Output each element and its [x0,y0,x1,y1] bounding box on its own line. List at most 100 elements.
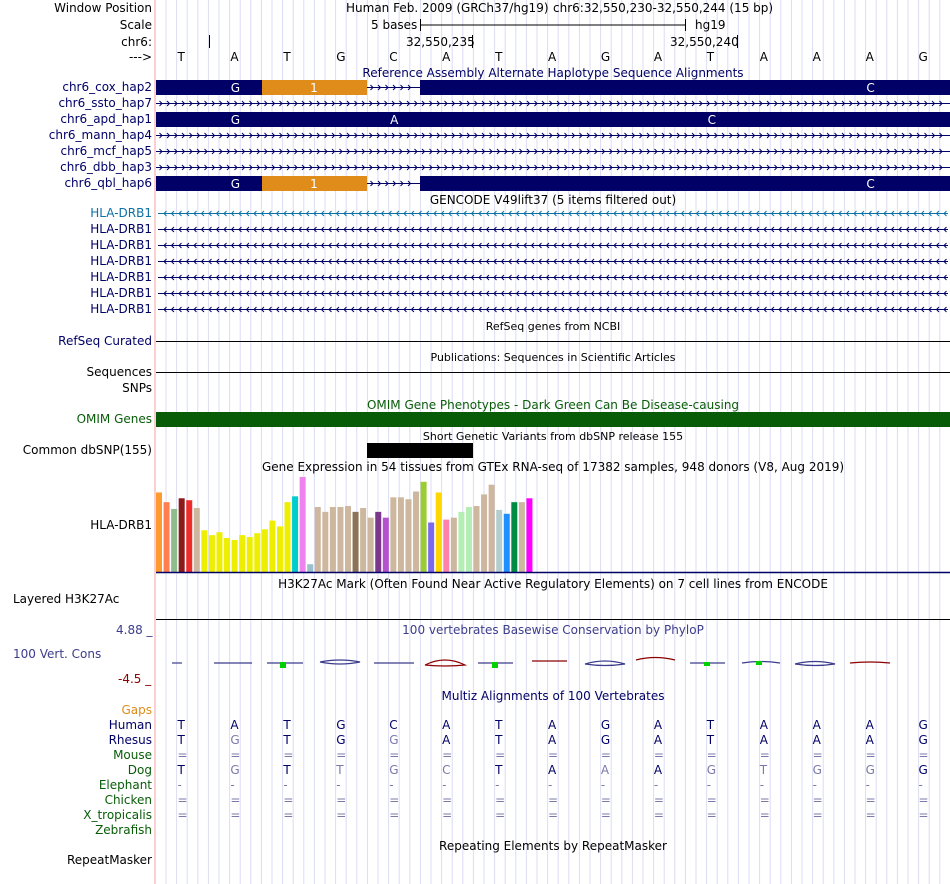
multiz-cell: G [389,733,399,747]
sequences-label[interactable]: Sequences [0,365,152,380]
multiz-species-elephant[interactable]: Elephant [0,778,152,793]
phylop-label[interactable]: 100 Vert. Cons [13,647,101,662]
gtex-tissue-bar [156,492,162,572]
base-arrow-label: ---> [128,50,152,64]
multiz-cell: = [548,808,559,822]
haplotype-label-chr6_mann_hap4[interactable]: chr6_mann_hap4 [0,128,152,143]
multiz-cell: A [759,733,768,747]
phylop-track-title: 100 vertebrates Basewise Conservation by… [402,623,704,637]
gtex-tissue-bar [352,511,359,572]
multiz-cell: = [918,748,929,762]
h3k27ac-track-title: H3K27Ac Mark (Often Found Near Active Re… [278,577,828,591]
gtex-tissue-bar [216,532,223,572]
gtex-tissue-bar [360,507,367,572]
gencode-gene-lines [158,210,948,313]
gencode-gene-label[interactable]: HLA-DRB1 [0,238,152,253]
multiz-cell: = [495,748,506,762]
gtex-track-title: Gene Expression in 54 tissues from GTEx … [261,460,845,474]
base-letter: A [230,50,239,64]
gtex-gene-label[interactable]: HLA-DRB1 [0,518,152,533]
haplotype-label-chr6_cox_hap2[interactable]: chr6_cox_hap2 [0,80,152,95]
gencode-gene-label[interactable]: HLA-DRB1 [0,206,152,221]
haplotype-tracks: G 1 C G A C G 1 C [156,80,950,191]
gtex-tissue-bar [208,535,215,572]
multiz-species-human[interactable]: Human [0,718,152,733]
gtex-tissue-bar [337,507,344,572]
haplotype-label-chr6_apd_hap1[interactable]: chr6_apd_hap1 [0,112,152,127]
gtex-tissue-bar [458,511,465,572]
base-letter: A [442,50,451,64]
phylop-wiggle [172,656,891,668]
gencode-gene-label[interactable]: HLA-DRB1 [0,254,152,269]
multiz-cell: = [600,793,611,807]
multiz-cell: A [442,718,451,732]
ruler-tick-1: 32,550,235 [406,35,475,49]
haplotype-base-label: A [390,113,399,127]
multiz-cell: = [283,808,294,822]
multiz-cell: A [548,763,557,777]
multiz-cell: A [653,763,663,777]
base-letter: A [759,50,768,64]
multiz-species-dog[interactable]: Dog [0,763,152,778]
omim-label[interactable]: OMIM Genes [0,412,152,427]
gtex-tissue-bar [261,529,268,572]
haplotype-label-chr6_dbb_hap3[interactable]: chr6_dbb_hap3 [0,160,152,175]
multiz-cell: G [230,733,240,747]
scale-bases: 5 bases [371,18,418,32]
gencode-gene-label[interactable]: HLA-DRB1 [0,270,152,285]
multiz-cell: - [812,778,817,792]
multiz-cell: A [812,718,821,732]
haplotype-label-chr6_qbl_hap6[interactable]: chr6_qbl_hap6 [0,176,152,191]
gtex-tissue-bar [473,506,480,572]
multiz-species-zebrafish[interactable]: Zebrafish [0,823,152,838]
gencode-gene-label[interactable]: HLA-DRB1 [0,302,152,317]
gtex-tissue-bar [390,497,397,572]
multiz-cell: T [283,763,291,777]
multiz-cell: A [548,733,557,747]
gaps-label: Gaps [121,703,152,717]
refseq-label[interactable]: RefSeq Curated [0,334,152,349]
multiz-cell: T [283,733,291,747]
multiz-cell: = [548,748,559,762]
multiz-cell: G [336,733,346,747]
multiz-species-rhesus[interactable]: Rhesus [0,733,152,748]
multiz-cell: - [230,778,235,792]
gencode-gene-label[interactable]: HLA-DRB1 [0,286,152,301]
multiz-cell: = [812,748,823,762]
db-name: hg19 [695,18,726,32]
multiz-cell: = [283,793,294,807]
snps-label[interactable]: SNPs [0,381,152,396]
repeatmasker-label[interactable]: RepeatMasker [0,853,152,868]
base-letter: G [918,50,928,64]
multiz-cell: T [177,733,185,747]
multiz-cell: = [706,793,717,807]
multiz-species-x_tropicalis[interactable]: X_tropicalis [0,808,152,823]
haplotype-track-title: Reference Assembly Alternate Haplotype S… [362,66,744,80]
multiz-cell: G [918,718,928,732]
multiz-cell: = [812,793,823,807]
multiz-cell: G [865,763,875,777]
dbsnp-label[interactable]: Common dbSNP(155) [0,443,152,458]
multiz-cell: = [495,808,506,822]
multiz-cell: A [442,733,451,747]
gtex-bars [156,476,533,572]
h3k27ac-label[interactable]: Layered H3K27Ac [13,592,119,607]
multiz-cell: = [389,793,400,807]
gtex-tissue-bar [511,502,518,572]
gtex-tissue-bar [231,539,238,572]
gtex-tissue-bar [269,520,276,572]
multiz-species-chicken[interactable]: Chicken [0,793,152,808]
assembly-name: Human Feb. 2009 (GRCh37/hg19) [346,1,549,15]
multiz-cell: T [495,718,503,732]
base-letter: G [336,50,346,64]
haplotype-label-chr6_ssto_hap7[interactable]: chr6_ssto_hap7 [0,96,152,111]
multiz-cell: = [600,808,611,822]
gencode-gene-label[interactable]: HLA-DRB1 [0,222,152,237]
haplotype-label-chr6_mcf_hap5[interactable]: chr6_mcf_hap5 [0,144,153,159]
repeatmasker-track-title: Repeating Elements by RepeatMasker [439,839,667,853]
multiz-cell: T [283,718,291,732]
multiz-cell: = [177,793,188,807]
multiz-cell: A [653,718,663,732]
multiz-species-mouse[interactable]: Mouse [0,748,152,763]
haplotype-base-label: 1 [310,177,318,191]
